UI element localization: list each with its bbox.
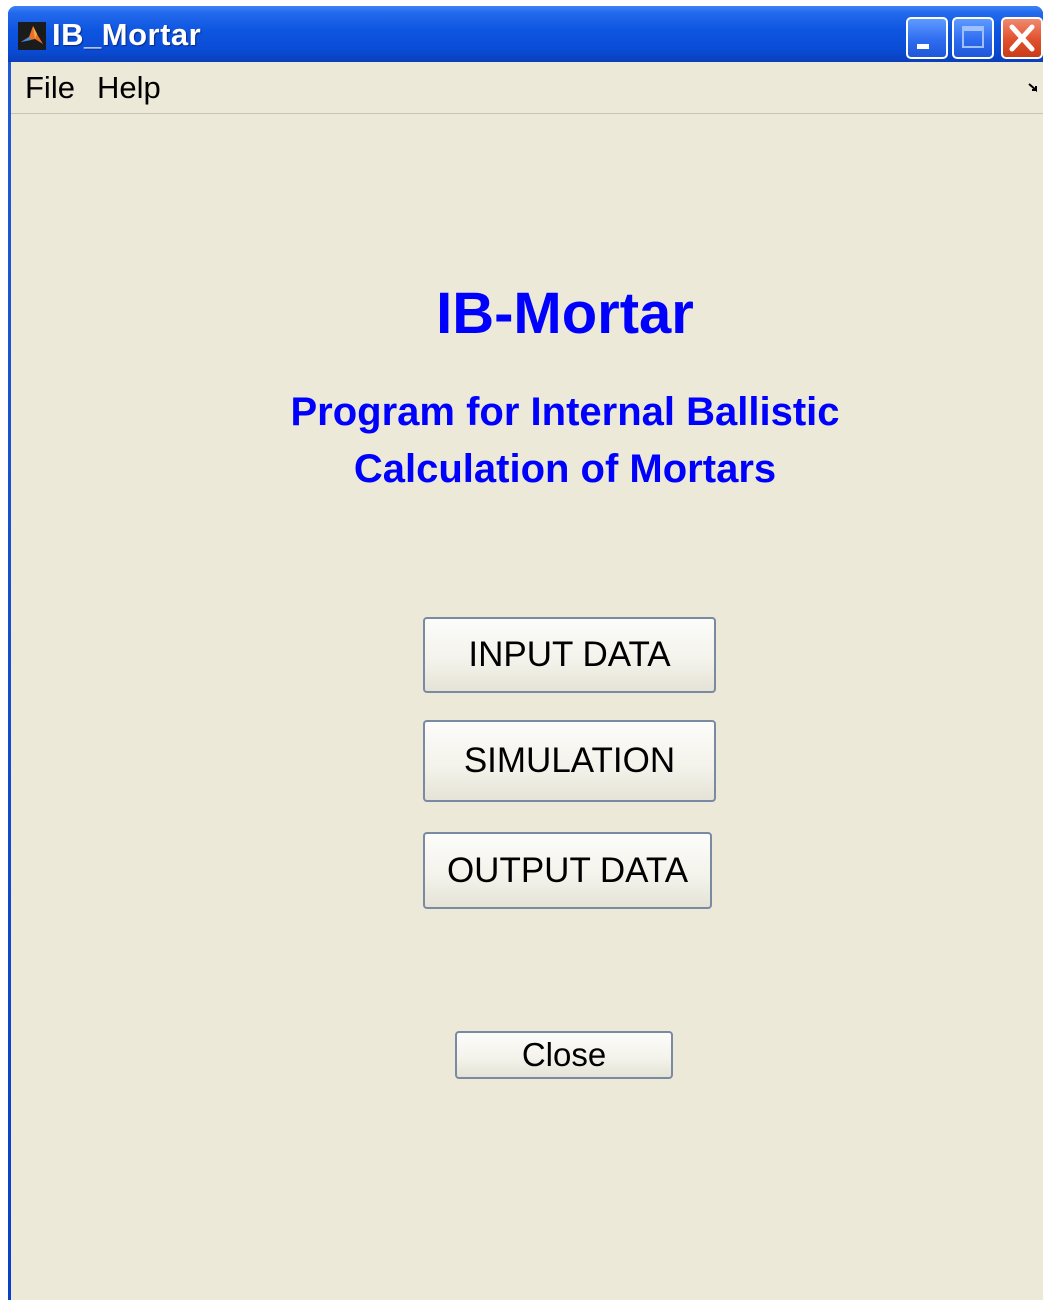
minimize-button[interactable] xyxy=(906,17,948,59)
application-window: IB_Mortar File Help IB-Mortar Program fo… xyxy=(8,6,1043,1300)
subtitle-line-2: Calculation of Mortars xyxy=(353,447,777,491)
maximize-icon xyxy=(962,26,984,48)
window-title: IB_Mortar xyxy=(52,17,202,52)
close-button[interactable]: Close xyxy=(455,1031,673,1079)
main-panel: IB-Mortar Program for Internal Ballistic… xyxy=(11,114,1043,1300)
title-bar[interactable]: IB_Mortar xyxy=(8,6,1043,62)
input-data-button[interactable]: INPUT DATA xyxy=(423,617,716,693)
menu-file[interactable]: File xyxy=(25,70,75,106)
minimize-icon xyxy=(917,44,929,49)
app-subtitle: Program for Internal Ballistic Calculati… xyxy=(11,384,1043,498)
matlab-logo-icon xyxy=(18,22,46,50)
menu-help[interactable]: Help xyxy=(97,70,161,106)
simulation-button[interactable]: SIMULATION xyxy=(423,720,716,802)
subtitle-line-1: Program for Internal Ballistic xyxy=(290,390,840,434)
close-window-button[interactable] xyxy=(1001,17,1043,59)
close-icon xyxy=(1009,24,1035,52)
output-data-button[interactable]: OUTPUT DATA xyxy=(423,832,712,909)
menu-overflow-arrow-icon[interactable] xyxy=(1027,80,1041,94)
app-title: IB-Mortar xyxy=(436,281,694,346)
maximize-button[interactable] xyxy=(952,17,994,59)
menu-bar: File Help xyxy=(11,62,1043,114)
